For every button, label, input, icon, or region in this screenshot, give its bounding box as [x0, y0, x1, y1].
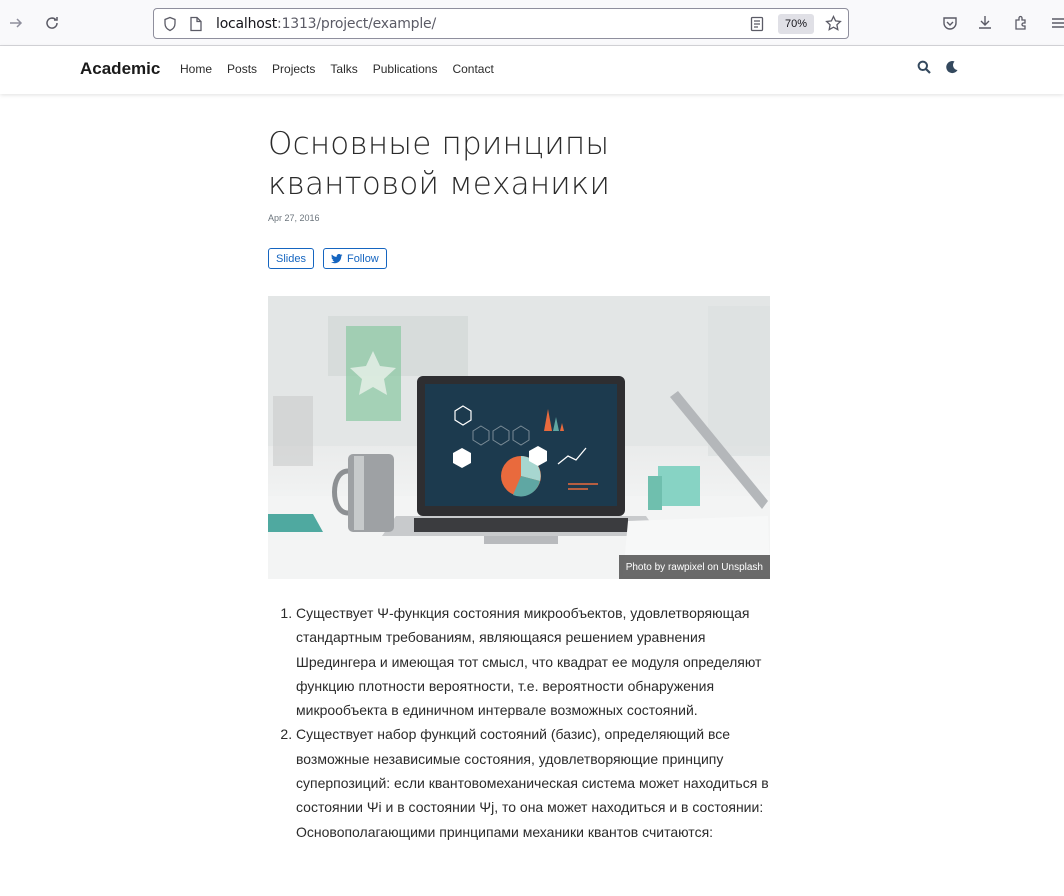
search-icon[interactable]	[917, 60, 933, 76]
reload-icon[interactable]	[39, 10, 65, 36]
principles-list: Существует Ψ-функция состояния микрообъе…	[296, 601, 770, 844]
forward-icon[interactable]	[3, 10, 29, 36]
nav-publications[interactable]: Publications	[373, 62, 438, 76]
nav-home[interactable]: Home	[180, 62, 212, 76]
zoom-level-badge[interactable]: 70%	[778, 14, 814, 34]
article-date: Apr 27, 2016	[268, 213, 320, 223]
bookmark-star-icon[interactable]	[825, 14, 842, 37]
page-icon[interactable]	[189, 16, 203, 37]
twitter-follow-button[interactable]: Follow	[322, 248, 387, 269]
nav-links: Home Posts Projects Talks Publications C…	[180, 62, 509, 76]
shield-icon[interactable]	[162, 16, 178, 37]
article-buttons: Slides Follow	[268, 248, 396, 269]
article-body: Существует Ψ-функция состояния микрообъе…	[278, 601, 770, 844]
extensions-icon[interactable]	[1008, 10, 1034, 36]
address-bar[interactable]: localhost:1313/project/example/ 70%	[153, 8, 849, 39]
nav-contact[interactable]: Contact	[452, 62, 493, 76]
url-host: localhost	[216, 16, 278, 32]
pocket-icon[interactable]	[937, 10, 963, 36]
downloads-icon[interactable]	[972, 10, 998, 36]
browser-toolbar: localhost:1313/project/example/ 70%	[0, 0, 1064, 46]
url-path: :1313/project/example/	[277, 16, 436, 32]
menu-icon[interactable]	[1045, 10, 1064, 36]
list-item: Существует Ψ-функция состояния микрообъе…	[296, 601, 770, 722]
nav-posts[interactable]: Posts	[227, 62, 257, 76]
image-caption: Photo by rawpixel on Unsplash	[618, 555, 770, 579]
reader-view-icon[interactable]	[750, 16, 764, 37]
site-brand[interactable]: Academic	[80, 59, 160, 79]
nav-talks[interactable]: Talks	[330, 62, 357, 76]
twitter-icon	[330, 253, 343, 264]
url-text[interactable]: localhost:1313/project/example/	[216, 16, 436, 32]
site-navbar: Academic Home Posts Projects Talks Publi…	[0, 46, 1064, 94]
slides-label: Slides	[276, 252, 306, 265]
list-item: Существует набор функций состояний (бази…	[296, 722, 770, 843]
featured-image: Photo by rawpixel on Unsplash	[268, 296, 770, 579]
page-title: Основные принципы квантовой механики	[268, 126, 611, 202]
follow-label: Follow	[346, 252, 379, 265]
laptop-desk-illustration	[268, 296, 770, 579]
nav-projects[interactable]: Projects	[272, 62, 315, 76]
slides-button[interactable]: Slides	[268, 248, 314, 269]
dark-mode-moon-icon[interactable]	[945, 60, 961, 76]
